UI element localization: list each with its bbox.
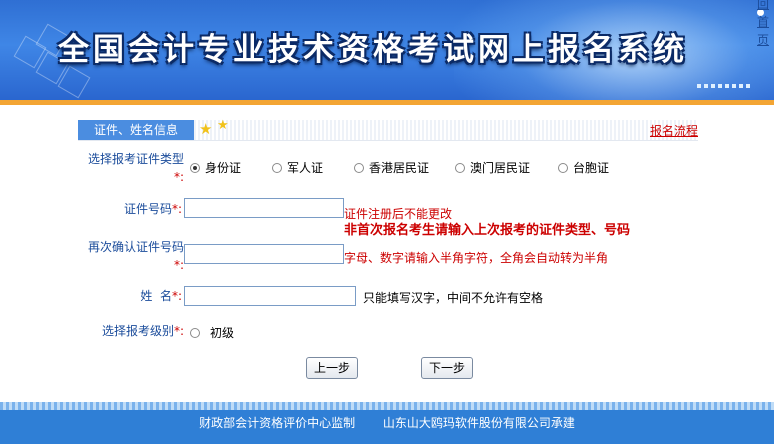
name-label: 姓 名*:	[140, 289, 182, 303]
radio-circle[interactable]	[272, 162, 282, 173]
radio-circle[interactable]	[558, 162, 568, 173]
footer-divider	[0, 402, 774, 410]
name-note: 只能填写汉字，中间不允许有空格	[363, 291, 544, 305]
footer-supervisor: 财政部会计资格评价中心监制	[199, 416, 356, 430]
radio-military-card[interactable]: 军人证	[272, 159, 323, 176]
confirm-id-label: 再次确认证件号码 *:	[87, 240, 184, 272]
radio-level-junior[interactable]: 初级	[190, 324, 234, 341]
radio-taiwan-card[interactable]: 台胞证	[558, 159, 609, 176]
radio-circle[interactable]	[190, 162, 200, 173]
tab-id-name-info: 证件、姓名信息	[78, 120, 194, 140]
prev-button[interactable]: 上一步	[306, 357, 358, 379]
dots-decoration	[697, 84, 750, 88]
star-icon: ★	[217, 118, 229, 133]
registration-flow-link[interactable]: 报名流程	[650, 122, 698, 139]
star-icon: ★	[199, 120, 213, 138]
id-warning: 非首次报名考生请输入上次报考的证件类型、号码	[344, 223, 631, 238]
back-home-label: 返回首页	[757, 0, 770, 47]
header-divider	[0, 100, 774, 105]
confirm-note: 字母、数字请输入半角字符，全角会自动转为半角	[344, 251, 609, 265]
back-home-link[interactable]: 返回首页	[757, 0, 769, 47]
radio-circle[interactable]	[190, 327, 200, 338]
required-mark: *:	[173, 170, 184, 184]
name-input[interactable]	[184, 286, 356, 306]
id-type-label: 选择报考证件类型 *:	[88, 152, 185, 184]
footer-developer: 山东山大鸥玛软件股份有限公司承建	[382, 416, 575, 430]
footer: 财政部会计资格评价中心监制 山东山大鸥玛软件股份有限公司承建	[0, 410, 774, 444]
section-tab-row: 证件、姓名信息 ★ ★ 报名流程	[78, 118, 698, 141]
radio-macau-card[interactable]: 澳门居民证	[455, 159, 530, 176]
radio-hongkong-card[interactable]: 香港居民证	[354, 159, 429, 176]
id-number-input[interactable]	[184, 198, 344, 218]
id-number-label: 证件号码*:	[123, 202, 182, 216]
radio-circle[interactable]	[455, 162, 465, 173]
next-button[interactable]: 下一步	[421, 357, 473, 379]
radio-id-card[interactable]: 身份证	[190, 159, 241, 176]
level-label: 选择报考级别*:	[101, 324, 184, 338]
radio-circle[interactable]	[354, 162, 364, 173]
system-title: 全国会计专业技术资格考试网上报名系统	[58, 32, 688, 68]
confirm-id-input[interactable]	[184, 244, 344, 264]
header-banner: 全国会计专业技术资格考试网上报名系统 返回首页	[0, 0, 774, 100]
